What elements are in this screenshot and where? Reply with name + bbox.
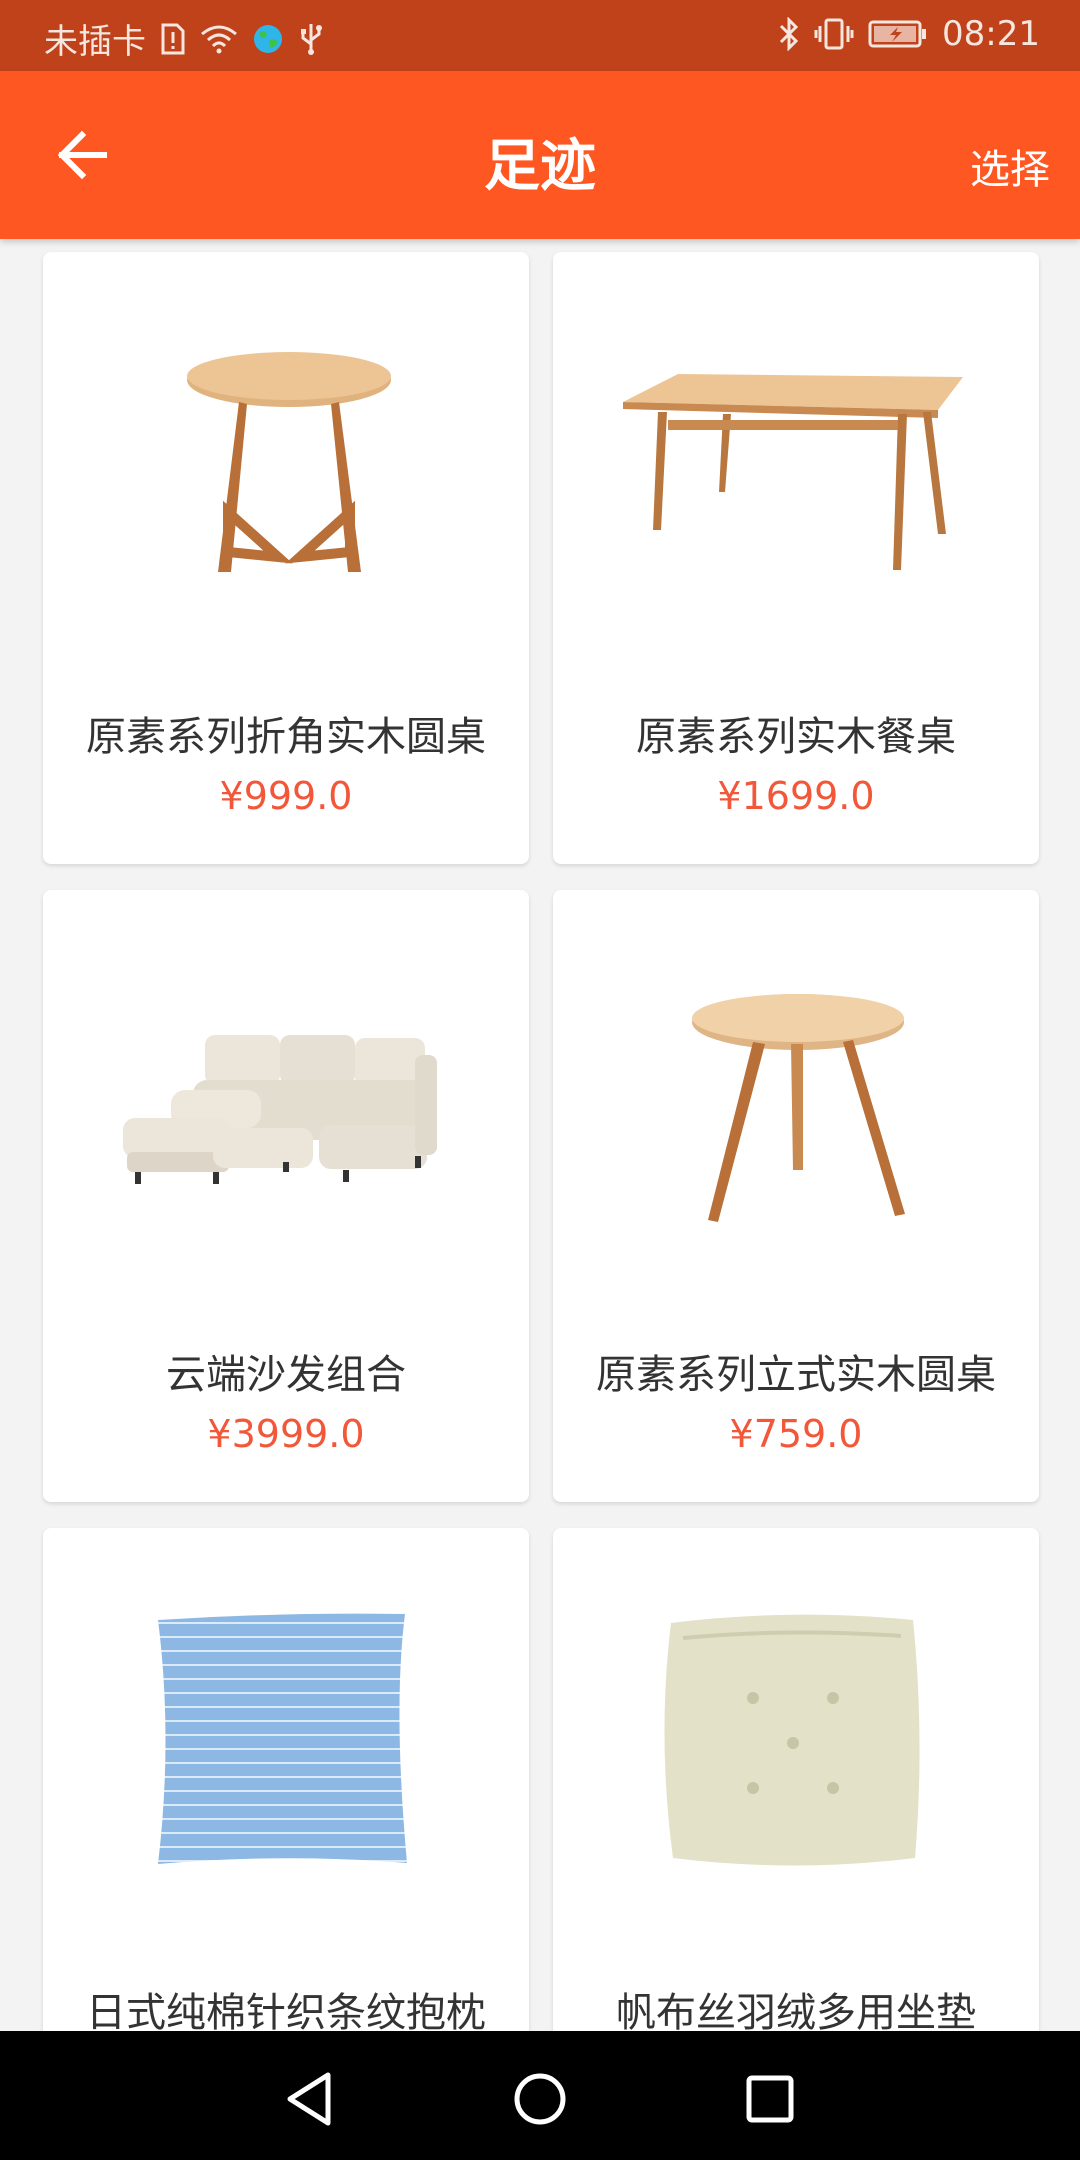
product-card[interactable]: 日式纯棉针织条纹抱枕 xyxy=(43,1528,529,2031)
back-triangle-icon xyxy=(287,2072,331,2126)
product-grid: 原素系列折角实木圆桌 ¥999.0 原素系列实木餐桌 ¥1699.0 云端沙发组… xyxy=(0,239,1080,2031)
product-card[interactable]: 原素系列折角实木圆桌 ¥999.0 xyxy=(43,252,529,864)
vibrate-icon xyxy=(814,18,854,50)
system-nav-bar xyxy=(0,2031,1080,2160)
product-price: ¥999.0 xyxy=(219,774,353,818)
nav-recents-button[interactable] xyxy=(730,2059,810,2139)
product-price: ¥3999.0 xyxy=(207,1412,365,1456)
product-card[interactable]: 云端沙发组合 ¥3999.0 xyxy=(43,890,529,1502)
product-card[interactable]: 原素系列实木餐桌 ¥1699.0 xyxy=(553,252,1039,864)
product-name: 原素系列实木餐桌 xyxy=(636,714,956,760)
product-card[interactable]: 帆布丝羽绒多用坐垫 xyxy=(553,1528,1039,2031)
nav-back-button[interactable] xyxy=(270,2059,350,2139)
bluetooth-icon xyxy=(779,17,799,51)
product-price: ¥1699.0 xyxy=(717,774,875,818)
clock: 08:21 xyxy=(942,14,1040,54)
battery-charging-icon xyxy=(868,20,927,48)
select-button[interactable]: 选择 xyxy=(970,137,1050,195)
product-name: 帆布丝羽绒多用坐垫 xyxy=(616,1990,976,2031)
page-title: 足迹 xyxy=(484,134,596,199)
product-name: 日式纯棉针织条纹抱枕 xyxy=(86,1990,486,2031)
product-name: 云端沙发组合 xyxy=(166,1352,406,1398)
round-table-image xyxy=(187,352,391,572)
home-circle-icon xyxy=(514,2073,566,2125)
sim-alert-icon xyxy=(161,23,185,54)
status-bar: 未插卡 08:21 xyxy=(0,0,1080,71)
product-name: 原素系列折角实木圆桌 xyxy=(86,714,486,760)
product-name: 原素系列立式实木圆桌 xyxy=(596,1352,996,1398)
globe-icon xyxy=(254,24,282,53)
striped-pillow-image xyxy=(158,1613,407,1864)
wifi-icon xyxy=(201,25,237,53)
product-price: ¥759.0 xyxy=(729,1412,863,1456)
dining-table-image xyxy=(623,374,963,570)
standing-round-table-image xyxy=(692,994,905,1222)
carrier-label: 未插卡 xyxy=(44,22,146,62)
app-bar: 足迹 选择 xyxy=(0,71,1080,239)
usb-icon xyxy=(301,23,322,55)
seat-cushion-image xyxy=(664,1614,920,1866)
sofa-image xyxy=(123,1035,437,1184)
nav-home-button[interactable] xyxy=(500,2059,580,2139)
product-card[interactable]: 原素系列立式实木圆桌 ¥759.0 xyxy=(553,890,1039,1502)
recents-square-icon xyxy=(746,2075,794,2123)
